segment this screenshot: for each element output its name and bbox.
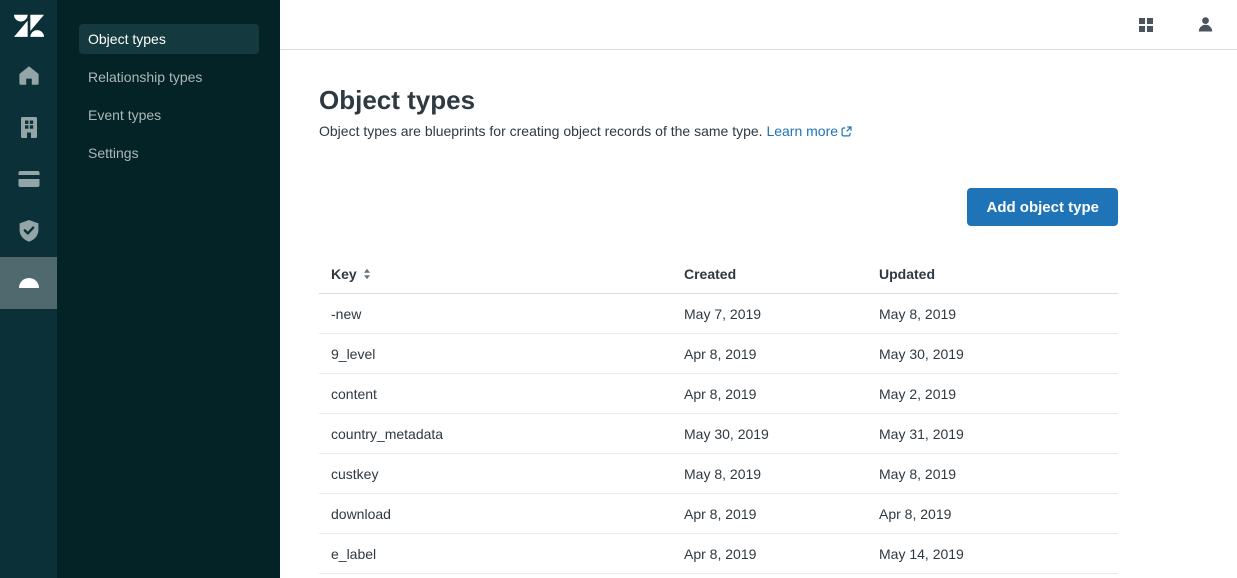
cell-key: content (319, 386, 684, 402)
table-row[interactable]: e_label Apr 8, 2019 May 14, 2019 (319, 534, 1118, 574)
user-icon (1197, 16, 1214, 33)
cell-created: Apr 8, 2019 (684, 346, 879, 362)
top-bar (280, 0, 1237, 50)
column-header-key-label: Key (331, 266, 357, 282)
cell-updated: May 8, 2019 (879, 306, 1118, 322)
learn-more-label: Learn more (766, 123, 838, 139)
cell-updated: May 2, 2019 (879, 386, 1118, 402)
sidebar-nav-item[interactable]: Settings (79, 138, 259, 168)
cell-updated: May 31, 2019 (879, 426, 1118, 442)
cell-created: May 30, 2019 (684, 426, 879, 442)
user-menu-button[interactable] (1197, 16, 1214, 33)
external-link-icon (841, 126, 852, 137)
home-icon (18, 65, 40, 85)
rail-item-views[interactable] (0, 153, 57, 205)
cell-key: 9_level (319, 346, 684, 362)
building-icon (17, 116, 41, 139)
zendesk-logo-icon (14, 13, 44, 37)
cell-created: Apr 8, 2019 (684, 386, 879, 402)
rail-item-security[interactable] (0, 205, 57, 257)
description-text: Object types are blueprints for creating… (319, 123, 763, 139)
main-content: Object types Object types are blueprints… (280, 50, 1237, 578)
cell-key: custkey (319, 466, 684, 482)
rail-item-home[interactable] (0, 49, 57, 101)
cell-created: Apr 8, 2019 (684, 546, 879, 562)
rail-item-organizations[interactable] (0, 101, 57, 153)
card-icon (17, 170, 41, 188)
table-body: -new May 7, 2019 May 8, 2019 9_level Apr… (319, 294, 1118, 574)
app-grid-button[interactable] (1138, 17, 1154, 33)
cell-key: e_label (319, 546, 684, 562)
cell-created: Apr 8, 2019 (684, 506, 879, 522)
grid-icon (1138, 17, 1154, 33)
cell-key: country_metadata (319, 426, 684, 442)
page-description: Object types are blueprints for creating… (319, 121, 1118, 141)
object-types-table: Key Created Updated -new May 7, 2019 May… (319, 255, 1118, 574)
column-header-updated: Updated (879, 266, 1118, 282)
column-header-created: Created (684, 266, 879, 282)
cell-created: May 8, 2019 (684, 466, 879, 482)
zendesk-logo[interactable] (0, 0, 57, 49)
table-row[interactable]: custkey May 8, 2019 May 8, 2019 (319, 454, 1118, 494)
sunshine-dome-icon (19, 278, 39, 288)
actions-row: Add object type (319, 188, 1118, 226)
cell-created: May 7, 2019 (684, 306, 879, 322)
sidebar-nav-item[interactable]: Relationship types (79, 62, 259, 92)
cell-key: download (319, 506, 684, 522)
cell-key: -new (319, 306, 684, 322)
cell-updated: May 14, 2019 (879, 546, 1118, 562)
page-title: Object types (319, 86, 1118, 114)
table-row[interactable]: content Apr 8, 2019 May 2, 2019 (319, 374, 1118, 414)
cell-updated: May 30, 2019 (879, 346, 1118, 362)
sidebar-nav-item[interactable]: Object types (79, 24, 259, 54)
rail-item-sunshine[interactable] (0, 257, 57, 309)
cell-updated: Apr 8, 2019 (879, 506, 1118, 522)
table-row[interactable]: download Apr 8, 2019 Apr 8, 2019 (319, 494, 1118, 534)
add-object-type-button[interactable]: Add object type (967, 188, 1118, 226)
learn-more-link[interactable]: Learn more (766, 123, 852, 139)
sidebar-nav-item[interactable]: Event types (79, 100, 259, 130)
table-row[interactable]: -new May 7, 2019 May 8, 2019 (319, 294, 1118, 334)
cell-updated: May 8, 2019 (879, 466, 1118, 482)
sort-icon[interactable] (363, 268, 371, 280)
icon-rail (0, 0, 57, 578)
table-header-row: Key Created Updated (319, 255, 1118, 294)
table-row[interactable]: country_metadata May 30, 2019 May 31, 20… (319, 414, 1118, 454)
shield-check-icon (18, 219, 40, 243)
table-row[interactable]: 9_level Apr 8, 2019 May 30, 2019 (319, 334, 1118, 374)
column-header-key[interactable]: Key (319, 266, 684, 282)
sidebar-nav: Object types Relationship types Event ty… (57, 0, 280, 578)
